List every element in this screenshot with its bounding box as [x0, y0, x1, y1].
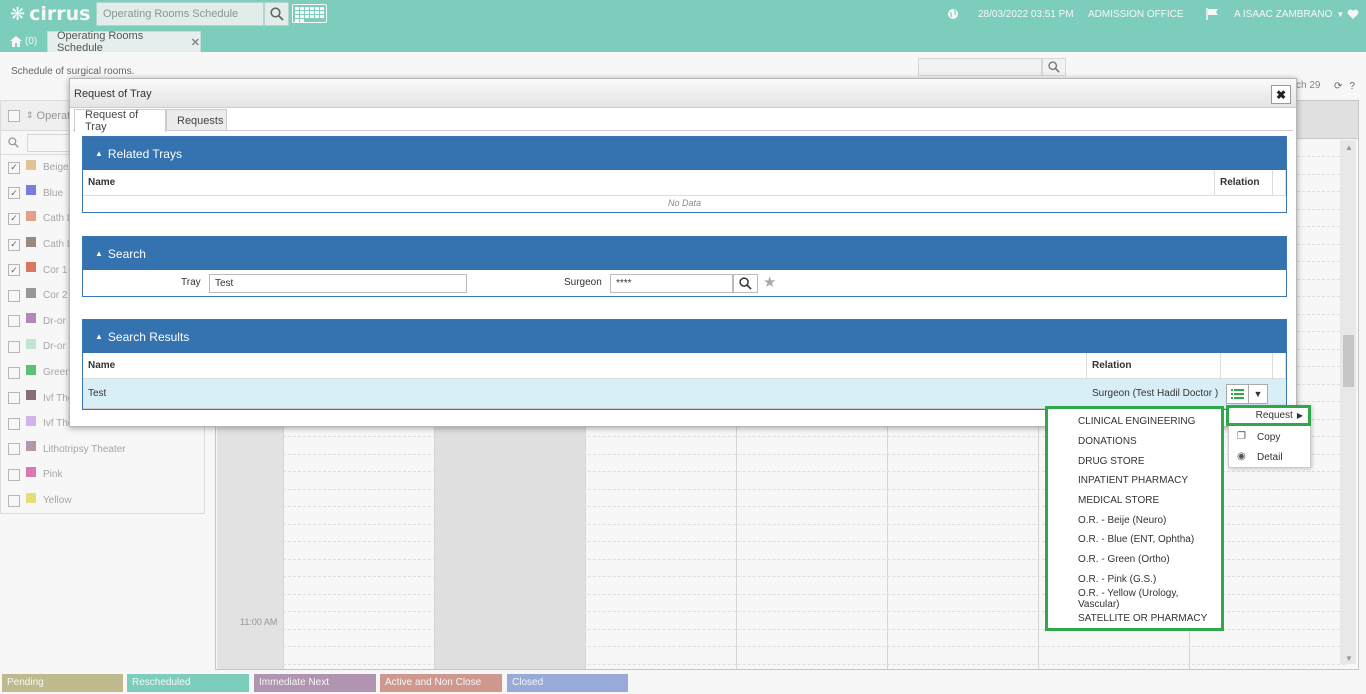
panel-title: Search Results: [107, 329, 190, 344]
result-name: Test: [88, 388, 107, 399]
col-relation[interactable]: Relation: [1087, 353, 1221, 378]
row-actions-split-button[interactable]: ▼: [1226, 384, 1268, 404]
col-spacer: [1273, 170, 1286, 195]
close-dialog-button[interactable]: ✖: [1271, 85, 1291, 104]
search-panel: ▲ Search Tray Test Surgeon **** ★: [82, 236, 1287, 297]
col-relation[interactable]: Relation: [1215, 170, 1273, 195]
search-form: Tray Test Surgeon **** ★: [83, 270, 1286, 297]
search-header[interactable]: ▲ Search: [83, 237, 1286, 270]
request-of-tray-dialog: Request of Tray ✖ Request of Tray Reques…: [69, 78, 1297, 427]
related-trays-grid-header: Name Relation: [83, 170, 1286, 196]
search-results-panel: ▲ Search Results Name Relation Test Surg…: [82, 319, 1287, 410]
menu-item-request[interactable]: Request ▶: [1226, 405, 1311, 426]
related-trays-panel: ▲ Related Trays Name Relation No Data: [82, 136, 1287, 213]
col-actions: [1221, 353, 1273, 378]
search-results-header[interactable]: ▲ Search Results: [83, 320, 1286, 353]
request-destination-item[interactable]: O.R. - Beije (Neuro): [1048, 510, 1221, 530]
panel-title: Related Trays: [107, 146, 182, 161]
request-destination-item[interactable]: MEDICAL STORE: [1048, 491, 1221, 511]
request-submenu: CLINICAL ENGINEERING DONATIONS DRUG STORE I…: [1045, 406, 1224, 631]
collapse-icon: ▲: [95, 332, 103, 341]
request-destination-item[interactable]: O.R. - Green (Ortho): [1048, 550, 1221, 570]
col-spacer: [1273, 353, 1286, 378]
request-destination-item[interactable]: SATELLITE OR PHARMACY: [1048, 609, 1221, 629]
tab-divider: [73, 130, 1293, 131]
request-destination-item[interactable]: INPATIENT PHARMACY: [1048, 471, 1221, 491]
col-name[interactable]: Name: [83, 170, 1215, 195]
menu-item-copy[interactable]: ❐ Copy: [1229, 427, 1310, 447]
no-data-message: No Data: [667, 198, 702, 208]
table-row[interactable]: Test Surgeon (Test Hadil Doctor ): [83, 379, 1286, 409]
request-destination-item[interactable]: DRUG STORE: [1048, 451, 1221, 471]
result-relation: Surgeon (Test Hadil Doctor ): [1092, 388, 1219, 399]
collapse-icon: ▲: [95, 249, 103, 258]
collapse-icon: ▲: [95, 149, 103, 158]
list-icon[interactable]: [1227, 385, 1249, 403]
request-destination-item[interactable]: O.R. - Yellow (Urology, Vascular): [1048, 588, 1221, 610]
request-destination-item[interactable]: O.R. - Blue (ENT, Ophtha): [1048, 530, 1221, 550]
tray-label: Tray: [181, 277, 201, 288]
request-destination-item[interactable]: DONATIONS: [1048, 432, 1221, 452]
chevron-right-icon: ▶: [1296, 411, 1303, 420]
related-trays-header[interactable]: ▲ Related Trays: [83, 137, 1286, 170]
star-icon[interactable]: ★: [763, 273, 776, 291]
dropdown-caret-icon[interactable]: ▼: [1249, 385, 1267, 403]
tab-requests[interactable]: Requests: [166, 109, 227, 131]
dialog-title: Request of Tray: [70, 79, 1296, 108]
menu-item-detail[interactable]: ◉ Detail: [1229, 447, 1310, 467]
eye-icon: ◉: [1237, 451, 1246, 462]
request-destination-item[interactable]: CLINICAL ENGINEERING: [1048, 412, 1221, 432]
surgeon-search-button[interactable]: [733, 274, 758, 293]
results-grid-header: Name Relation: [83, 353, 1286, 379]
panel-title: Search: [107, 246, 146, 261]
search-icon: [739, 277, 752, 290]
surgeon-label: Surgeon: [564, 277, 602, 288]
tab-request-of-tray[interactable]: Request of Tray: [74, 109, 166, 133]
tray-input[interactable]: Test: [209, 274, 467, 293]
col-name[interactable]: Name: [83, 353, 1087, 378]
surgeon-input[interactable]: ****: [610, 274, 733, 293]
request-destination-item[interactable]: O.R. - Pink (G.S.): [1048, 570, 1221, 590]
copy-icon: ❐: [1237, 431, 1246, 442]
